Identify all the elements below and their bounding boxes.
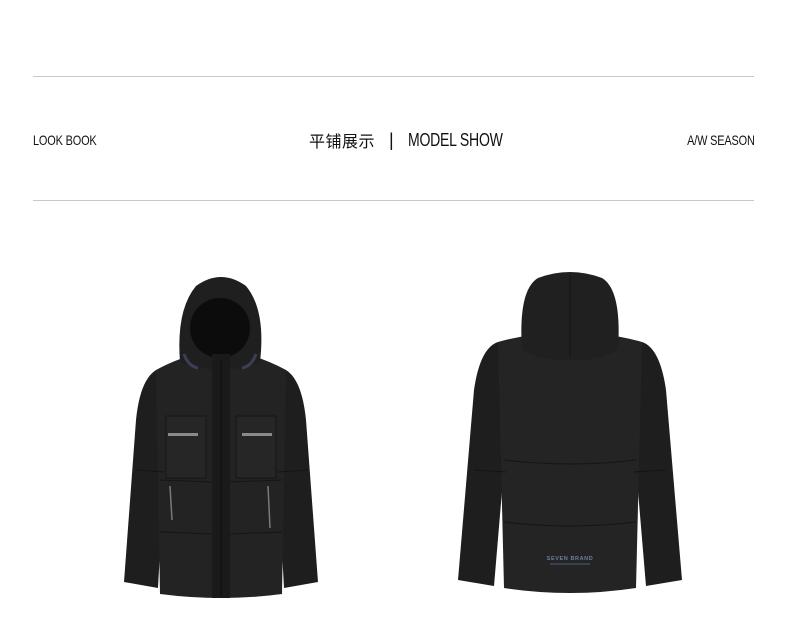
brand-logo-print: SEVEN BRAND [547, 556, 594, 562]
bottom-divider-line [33, 200, 754, 201]
jacket-back-illustration: SEVEN BRAND [458, 272, 682, 593]
jacket-front-image [118, 270, 324, 600]
section-header: LOOK BOOK 平铺展示 | MODEL SHOW A/W SEASON [33, 128, 755, 152]
title-separator: | [389, 129, 394, 150]
look-book-label: LOOK BOOK [33, 132, 97, 148]
season-label: A/W SEASON [687, 132, 755, 148]
title-english: MODEL SHOW [407, 129, 503, 150]
jacket-front-illustration [124, 277, 318, 598]
jacket-back-image: SEVEN BRAND [454, 270, 686, 596]
section-title: 平铺展示 | MODEL SHOW [309, 128, 529, 152]
top-divider-line [33, 76, 754, 77]
title-chinese: 平铺展示 [309, 132, 376, 151]
